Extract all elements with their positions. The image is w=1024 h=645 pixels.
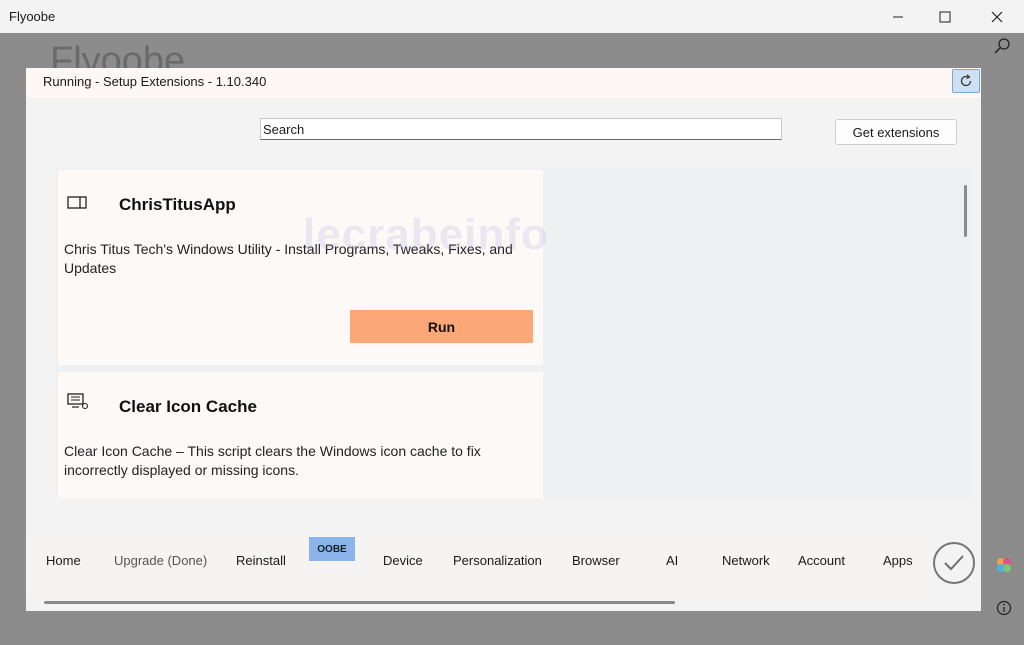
extension-description: Clear Icon Cache – This script clears th… — [64, 443, 481, 478]
list-scrollbar[interactable] — [964, 185, 967, 237]
window-title: Flyoobe — [9, 9, 56, 24]
window-titlebar: Flyoobe — [0, 0, 1024, 34]
close-button[interactable] — [974, 0, 1020, 33]
confirm-button[interactable] — [933, 542, 975, 584]
info-icon[interactable] — [994, 598, 1014, 618]
extension-card: ChrisTitusApp Chris Titus Tech's Windows… — [58, 170, 543, 365]
nav-item-upgrade[interactable]: Upgrade (Done) — [114, 553, 207, 568]
refresh-icon — [960, 74, 972, 87]
dialog-title: Running - Setup Extensions - 1.10.340 — [43, 74, 267, 89]
window-panel-icon — [67, 196, 87, 209]
refresh-button[interactable] — [952, 69, 980, 93]
nav-item-reinstall[interactable]: Reinstall — [236, 553, 286, 568]
maximize-button[interactable] — [922, 0, 968, 33]
get-extensions-button[interactable]: Get extensions — [835, 119, 957, 145]
nav-item-home[interactable]: Home — [46, 553, 81, 568]
nav-item-personalization[interactable]: Personalization — [453, 553, 542, 568]
nav-item-apps[interactable]: Apps — [883, 553, 913, 568]
screen-cache-icon — [67, 393, 89, 410]
extensions-dialog: Running - Setup Extensions - 1.10.340 Ge… — [26, 68, 981, 611]
watermark: lecrabeinfo — [303, 210, 549, 259]
dialog-header: Running - Setup Extensions - 1.10.340 — [26, 68, 981, 98]
nav-item-account[interactable]: Account — [798, 553, 845, 568]
nav-scrollbar[interactable] — [44, 601, 675, 604]
close-icon — [991, 11, 1003, 22]
nav-item-network[interactable]: Network — [722, 553, 770, 568]
run-button[interactable]: Run — [350, 310, 533, 343]
oobe-badge[interactable]: OOBE — [309, 537, 355, 561]
copilot-icon[interactable] — [994, 555, 1014, 575]
minimize-icon — [893, 16, 903, 17]
maximize-icon — [939, 11, 951, 22]
checkmark-icon — [944, 555, 964, 571]
nav-item-device[interactable]: Device — [383, 553, 423, 568]
nav-item-browser[interactable]: Browser — [572, 553, 620, 568]
minimize-button[interactable] — [875, 0, 921, 33]
search-input[interactable] — [260, 118, 782, 140]
search-icon[interactable] — [992, 36, 1012, 56]
extension-name: Clear Icon Cache — [119, 397, 257, 416]
nav-item-ai[interactable]: AI — [666, 553, 678, 568]
extension-card: Clear Icon Cache Clear Icon Cache – This… — [58, 372, 543, 498]
extension-name: ChrisTitusApp — [119, 195, 236, 214]
